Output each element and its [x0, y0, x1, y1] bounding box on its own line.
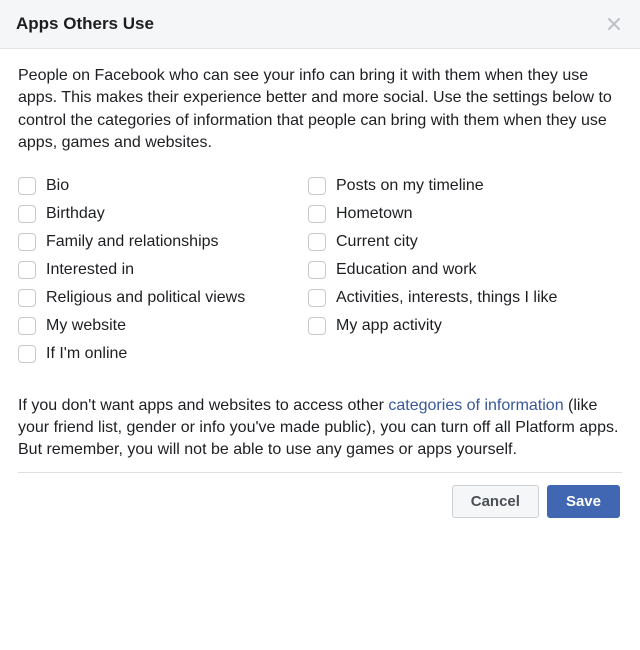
divider	[18, 472, 622, 473]
option-if-online: If I'm online	[18, 345, 288, 363]
option-label: My app activity	[336, 317, 442, 335]
option-family-relationships: Family and relationships	[18, 233, 288, 251]
checkbox-posts-timeline[interactable]	[308, 177, 326, 195]
option-label: Current city	[336, 233, 418, 251]
checkbox-education-work[interactable]	[308, 261, 326, 279]
option-education-work: Education and work	[308, 261, 608, 279]
option-label: Education and work	[336, 261, 477, 279]
checkbox-family-relationships[interactable]	[18, 233, 36, 251]
checkbox-birthday[interactable]	[18, 205, 36, 223]
option-posts-timeline: Posts on my timeline	[308, 177, 608, 195]
option-birthday: Birthday	[18, 205, 288, 223]
option-label: Interested in	[46, 261, 134, 279]
option-label: My website	[46, 317, 126, 335]
checkbox-religious-political[interactable]	[18, 289, 36, 307]
checkbox-current-city[interactable]	[308, 233, 326, 251]
option-label: Hometown	[336, 205, 412, 223]
option-label: Religious and political views	[46, 289, 245, 307]
footnote-text: If you don't want apps and websites to a…	[18, 395, 622, 462]
close-icon	[604, 14, 624, 34]
options-grid: Bio Birthday Family and relationships In…	[18, 177, 622, 373]
option-interested-in: Interested in	[18, 261, 288, 279]
option-app-activity: My app activity	[308, 317, 608, 335]
checkbox-bio[interactable]	[18, 177, 36, 195]
apps-others-use-dialog: Apps Others Use People on Facebook who c…	[0, 0, 640, 532]
option-hometown: Hometown	[308, 205, 608, 223]
checkbox-my-website[interactable]	[18, 317, 36, 335]
option-label: Birthday	[46, 205, 105, 223]
checkbox-app-activity[interactable]	[308, 317, 326, 335]
save-button[interactable]: Save	[547, 485, 620, 518]
description-text: People on Facebook who can see your info…	[18, 65, 622, 155]
dialog-header: Apps Others Use	[0, 0, 640, 49]
option-activities-interests: Activities, interests, things I like	[308, 289, 608, 307]
dialog-actions: Cancel Save	[18, 485, 622, 518]
option-label: If I'm online	[46, 345, 127, 363]
dialog-title: Apps Others Use	[16, 14, 154, 34]
option-my-website: My website	[18, 317, 288, 335]
option-bio: Bio	[18, 177, 288, 195]
checkbox-interested-in[interactable]	[18, 261, 36, 279]
dialog-body: People on Facebook who can see your info…	[0, 49, 640, 532]
checkbox-activities-interests[interactable]	[308, 289, 326, 307]
options-column-left: Bio Birthday Family and relationships In…	[18, 177, 288, 373]
option-label: Bio	[46, 177, 69, 195]
checkbox-hometown[interactable]	[308, 205, 326, 223]
option-current-city: Current city	[308, 233, 608, 251]
option-label: Posts on my timeline	[336, 177, 484, 195]
option-religious-political: Religious and political views	[18, 289, 288, 307]
close-button[interactable]	[604, 14, 624, 34]
categories-of-information-link[interactable]: categories of information	[388, 397, 563, 414]
footnote-pre: If you don't want apps and websites to a…	[18, 397, 388, 414]
cancel-button[interactable]: Cancel	[452, 485, 539, 518]
options-column-right: Posts on my timeline Hometown Current ci…	[308, 177, 608, 373]
checkbox-if-online[interactable]	[18, 345, 36, 363]
option-label: Family and relationships	[46, 233, 219, 251]
option-label: Activities, interests, things I like	[336, 289, 557, 307]
